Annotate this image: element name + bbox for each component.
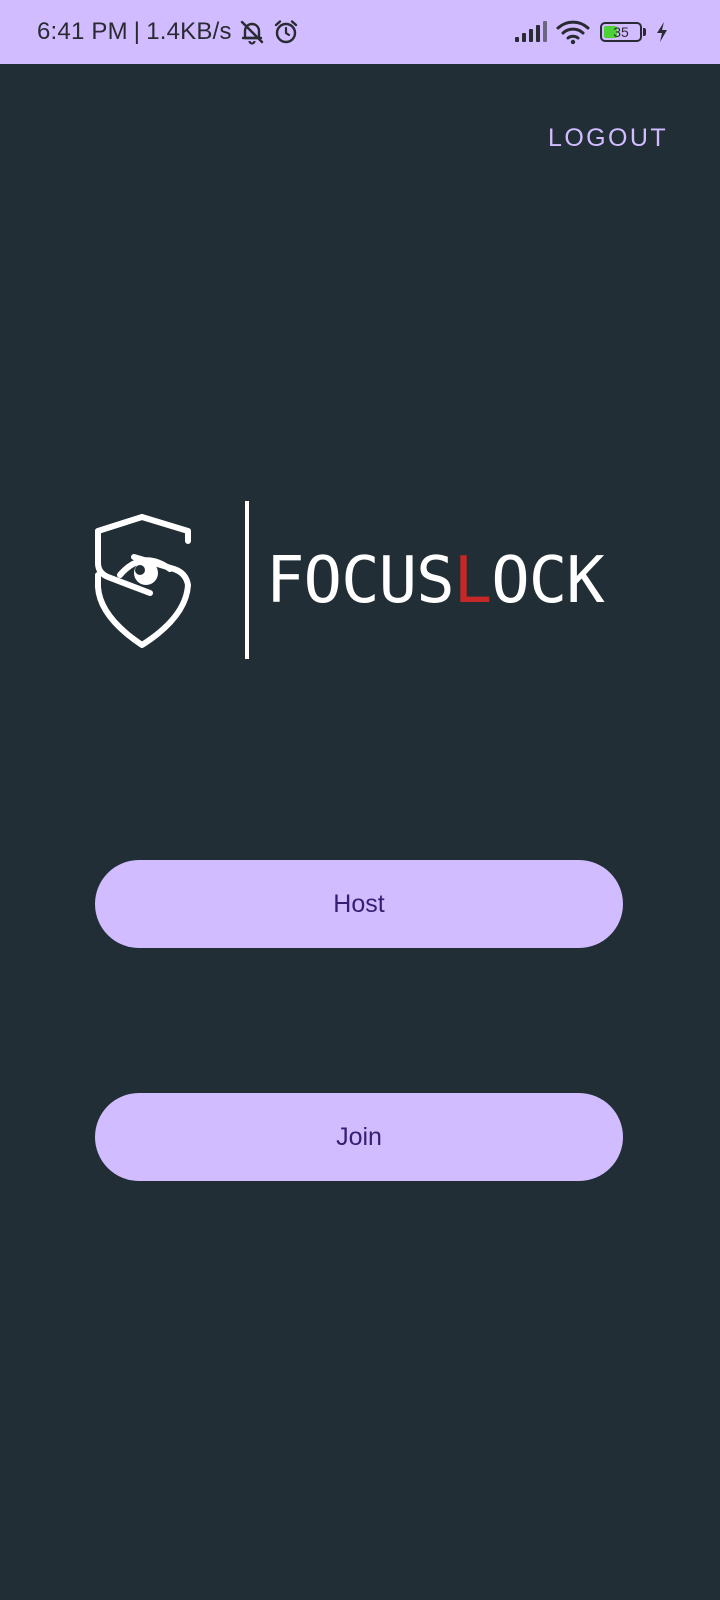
shield-eye-logo-icon — [90, 513, 202, 654]
host-button[interactable]: Host — [95, 860, 623, 948]
status-right: 35 — [506, 0, 670, 64]
join-button[interactable]: Join — [95, 1093, 623, 1181]
battery-level: 35 — [613, 24, 629, 40]
status-left: 6:41 PM | 1.4KB/s — [37, 0, 300, 64]
battery-tip — [643, 28, 646, 36]
wordmark-part-2: OCK — [491, 544, 605, 618]
status-separator: | — [133, 18, 141, 45]
status-net-speed: 1.4KB/s — [146, 18, 232, 45]
battery-icon: 35 — [600, 22, 642, 42]
charging-icon — [654, 20, 670, 44]
wordmark-accent: L — [453, 544, 493, 618]
app-logo: FOCUSLOCK — [90, 495, 630, 665]
logo-divider — [245, 501, 249, 659]
logout-button[interactable]: LOGOUT — [548, 112, 668, 164]
wordmark-part-1: FOCUS — [266, 544, 455, 618]
status-bar: 6:41 PM | 1.4KB/s 35 — [0, 0, 720, 64]
signal-icon — [514, 20, 548, 44]
alarm-icon — [272, 18, 300, 46]
app-name-wordmark: FOCUSLOCK — [266, 543, 605, 619]
notifications-muted-icon — [238, 18, 266, 46]
status-time: 6:41 PM — [37, 18, 128, 45]
wifi-icon — [556, 19, 590, 45]
